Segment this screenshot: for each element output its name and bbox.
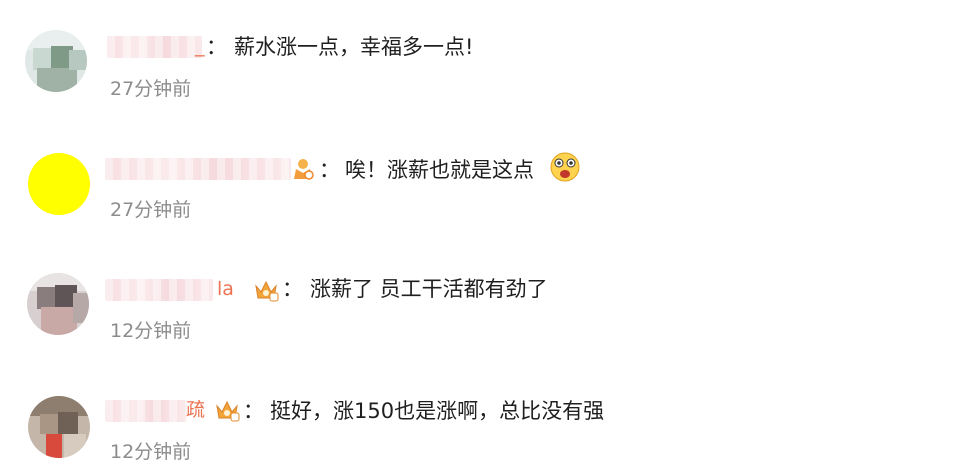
comment-time: 12分钟前 — [110, 320, 192, 342]
separator: ： — [243, 399, 264, 423]
comment-text: 涨薪了 员工干活都有劲了 — [310, 277, 548, 301]
avatar[interactable] — [28, 396, 90, 458]
crown-badge-icon — [214, 398, 240, 422]
surprised-face-emoji — [550, 152, 580, 182]
username-tail[interactable]: la — [217, 278, 234, 300]
comment-item: 疏 ： 挺好，涨150也是涨啊，总比没有强 12分钟前 — [0, 0, 957, 463]
crown-badge-icon — [253, 278, 279, 302]
comment-text: 唉！涨薪也就是这点 — [345, 158, 534, 182]
comment-time: 12分钟前 — [110, 441, 192, 463]
separator: ： — [319, 158, 340, 182]
username-link[interactable] — [105, 400, 187, 422]
vip-badge-icon — [290, 157, 316, 181]
comment-text: 挺好，涨150也是涨啊，总比没有强 — [270, 399, 605, 423]
username-link[interactable] — [105, 158, 291, 180]
separator: ： — [282, 277, 303, 301]
username-tail[interactable]: 疏 — [186, 399, 205, 421]
avatar[interactable] — [28, 153, 90, 215]
username-link[interactable] — [105, 279, 213, 301]
comment-time: 27分钟前 — [110, 199, 192, 221]
avatar[interactable] — [27, 273, 89, 335]
